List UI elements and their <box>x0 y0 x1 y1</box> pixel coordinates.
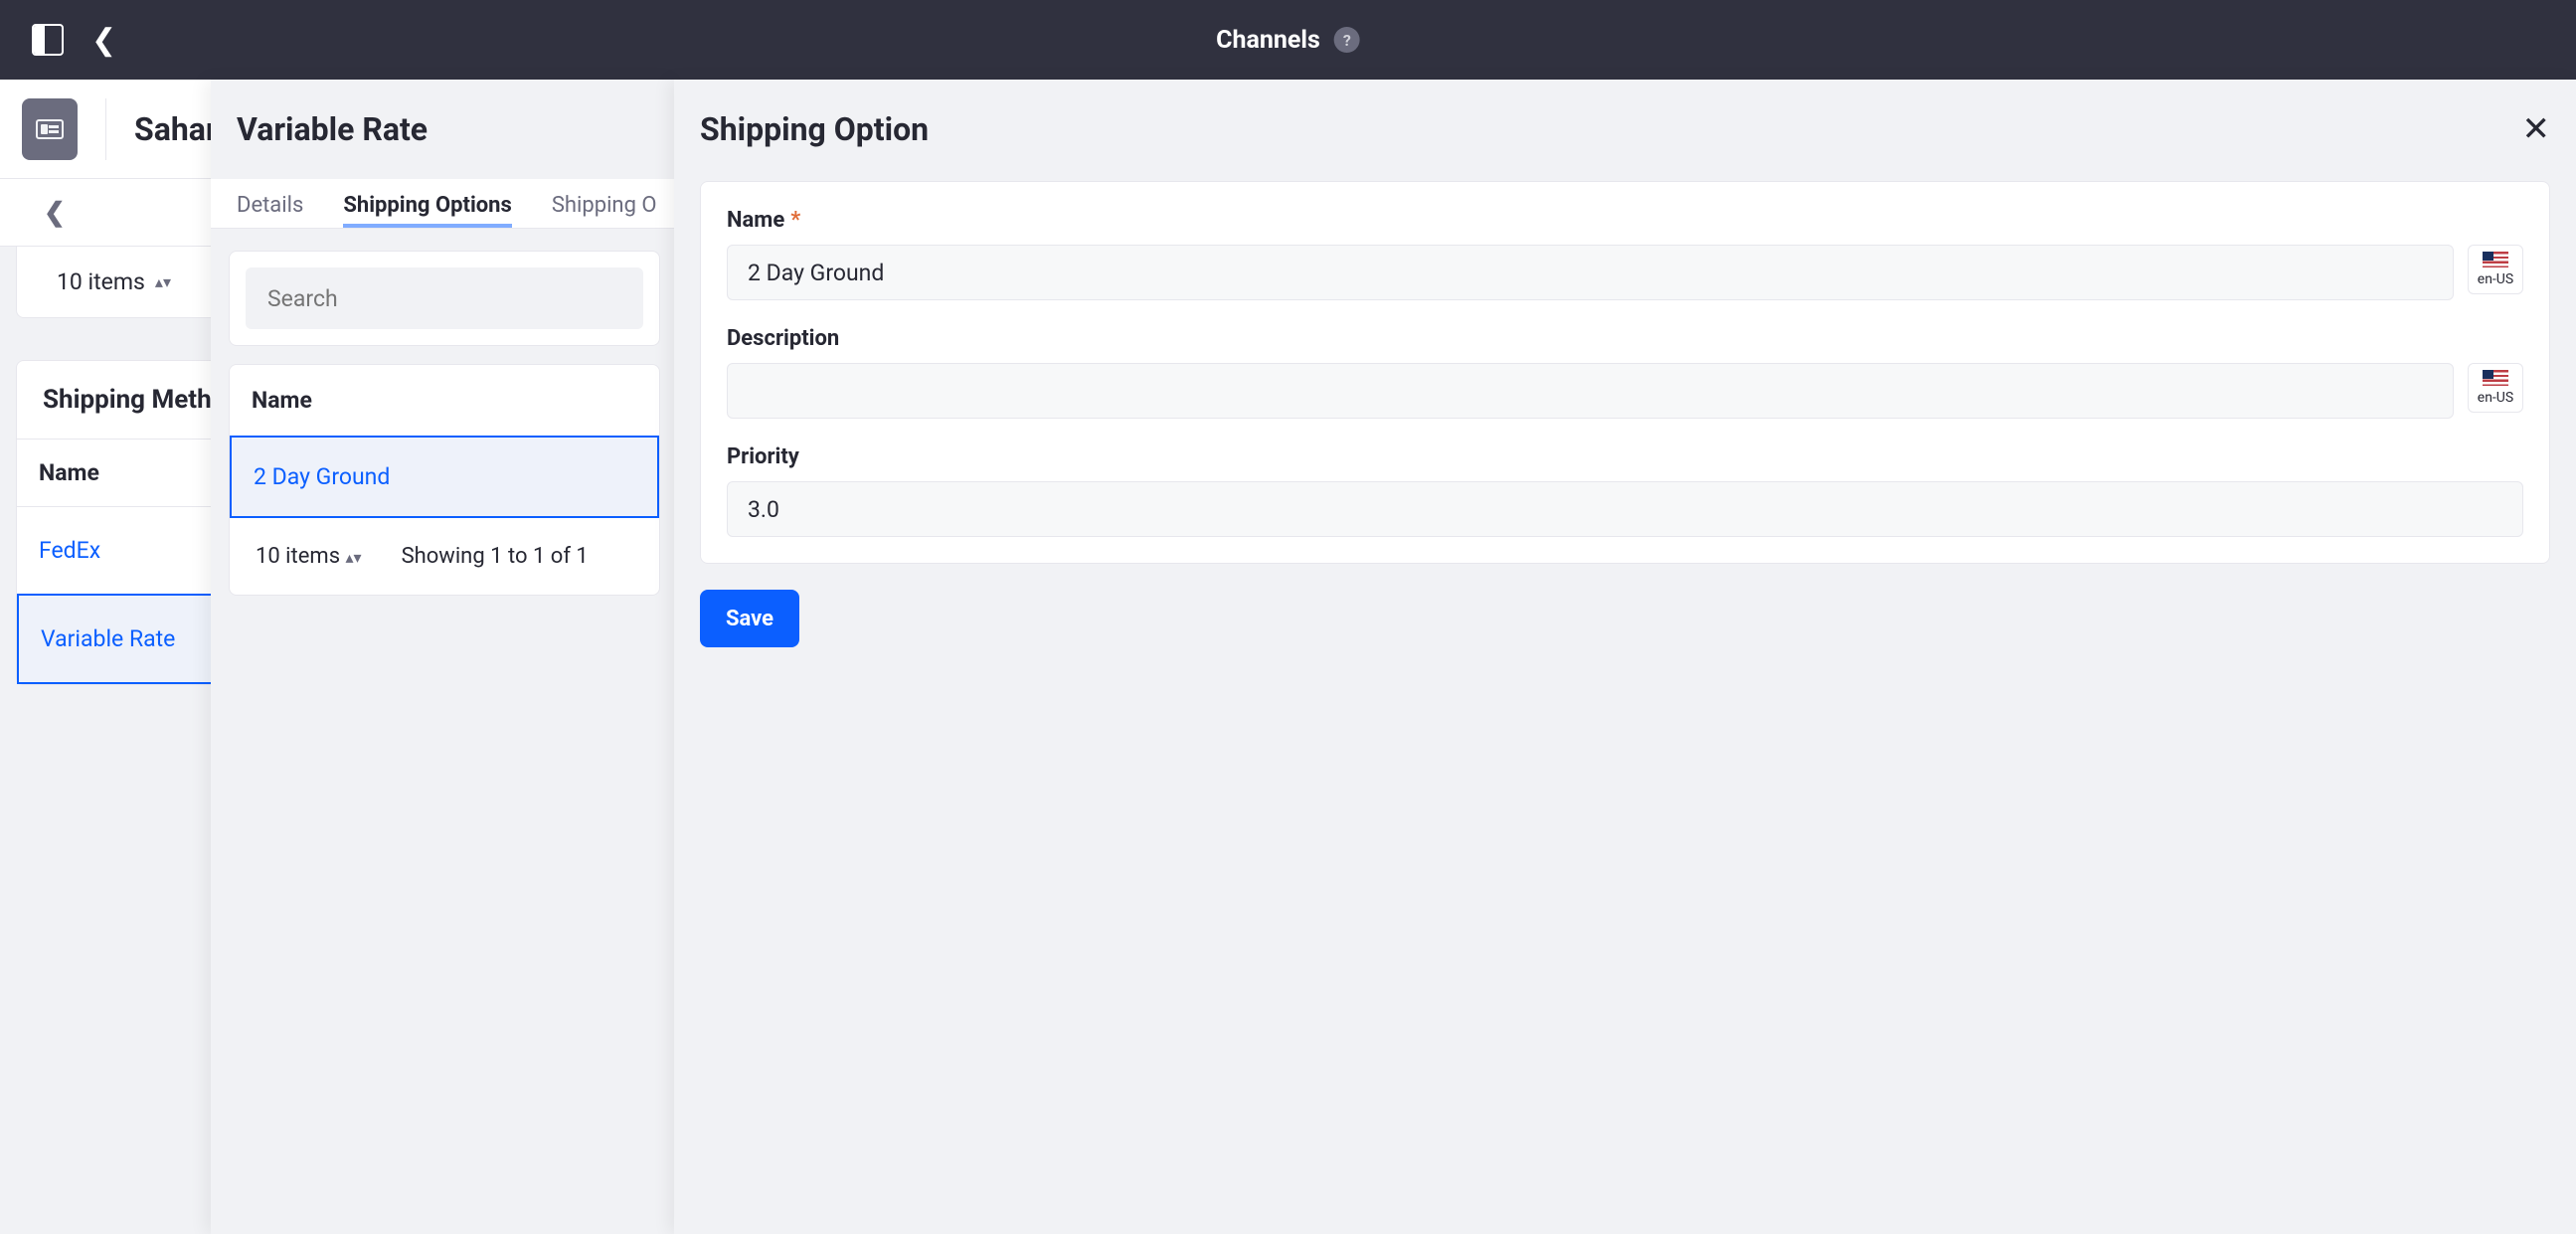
locale-label: en-US <box>2478 390 2513 406</box>
description-label: Description <box>727 326 2523 351</box>
chevron-left-icon[interactable]: ❮ <box>44 198 66 228</box>
variable-rate-title: Variable Rate <box>237 110 428 148</box>
variable-rate-header: Variable Rate <box>211 80 678 179</box>
sort-caret-icon: ▴▾ <box>155 272 171 291</box>
items-count-label: 10 items <box>256 544 340 569</box>
flag-icon <box>2483 370 2508 386</box>
divider <box>105 98 106 160</box>
search-wrap <box>229 251 660 346</box>
shipping-option-header: Shipping Option ✕ <box>674 80 2576 179</box>
topbar: ❮ Channels ? <box>0 0 2576 80</box>
search-input[interactable] <box>246 267 643 329</box>
priority-input-row <box>727 481 2523 537</box>
priority-label: Priority <box>727 444 2523 469</box>
items-count-label: 10 items <box>57 268 145 295</box>
channel-icon <box>22 98 78 160</box>
name-input-row: en-US <box>727 245 2523 300</box>
options-table: Name 2 Day Ground <box>229 364 660 518</box>
locale-label: en-US <box>2478 271 2513 287</box>
tab-shipping-options[interactable]: Shipping Options <box>343 193 512 228</box>
sidebar-toggle-icon[interactable] <box>32 24 64 56</box>
options-name-header: Name <box>230 365 659 436</box>
topbar-title-wrap: Channels ? <box>1216 26 1360 55</box>
required-marker: * <box>790 208 800 233</box>
variable-rate-panel: Variable Rate Details Shipping Options S… <box>211 80 678 1234</box>
locale-selector[interactable]: en-US <box>2468 363 2523 413</box>
mid-body: Name 2 Day Ground 10 items ▴▾ Showing 1 … <box>211 229 678 617</box>
pagination: 10 items ▴▾ Showing 1 to 1 of 1 <box>229 518 660 596</box>
close-icon[interactable]: ✕ <box>2522 109 2551 149</box>
tab-shipping-cutoff[interactable]: Shipping O <box>552 193 657 228</box>
shipping-option-panel: Shipping Option ✕ Name * en-US Descripti… <box>674 80 2576 1234</box>
tabs: Details Shipping Options Shipping O <box>211 179 678 229</box>
flag-icon <box>2483 252 2508 267</box>
description-field[interactable] <box>727 363 2454 419</box>
help-icon[interactable]: ? <box>1334 27 1360 53</box>
option-row[interactable]: 2 Day Ground <box>230 436 659 518</box>
locale-selector[interactable]: en-US <box>2468 245 2523 294</box>
items-per-page[interactable]: 10 items ▴▾ <box>57 268 171 295</box>
tab-details[interactable]: Details <box>237 193 303 228</box>
priority-field[interactable] <box>727 481 2523 537</box>
items-per-page[interactable]: 10 items ▴▾ <box>256 544 362 569</box>
description-input-row: en-US <box>727 363 2523 419</box>
page-title: Channels <box>1216 26 1320 55</box>
shipping-option-form: Name * en-US Description en-US Priority <box>700 181 2550 564</box>
name-field[interactable] <box>727 245 2454 300</box>
save-button[interactable]: Save <box>700 590 799 647</box>
back-icon[interactable]: ❮ <box>91 23 116 58</box>
shipping-option-title: Shipping Option <box>700 110 929 148</box>
name-label-text: Name <box>727 208 784 233</box>
sort-caret-icon: ▴▾ <box>346 548 362 567</box>
name-label: Name * <box>727 208 2523 233</box>
showing-label: Showing 1 to 1 of 1 <box>402 544 589 569</box>
